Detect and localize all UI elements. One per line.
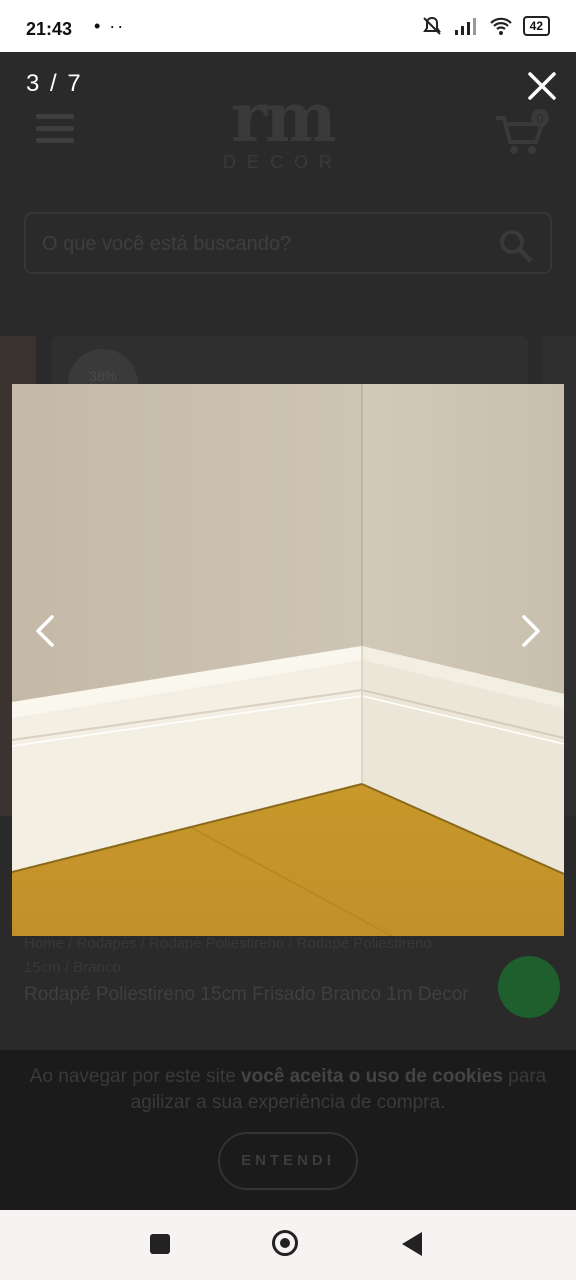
product-photo[interactable] — [12, 384, 564, 936]
system-nav-bar — [0, 1210, 576, 1280]
recents-button[interactable] — [150, 1234, 170, 1254]
cookie-accept-button: ENTENDI — [218, 1132, 358, 1190]
cart-icon: 0 — [492, 108, 552, 158]
cart-count: 0 — [536, 111, 543, 126]
status-bar: 21:43 • ·· 42 — [0, 0, 576, 52]
whatsapp-icon — [498, 956, 560, 1018]
close-icon[interactable] — [524, 68, 560, 104]
wifi-icon — [489, 17, 512, 35]
search-input: O que você está buscando? — [24, 212, 552, 274]
baseboard-corner-image — [12, 384, 564, 936]
site-logo: rm DECOR — [208, 78, 358, 173]
back-button[interactable] — [402, 1232, 422, 1256]
battery-icon: 42 — [522, 16, 550, 36]
chevron-right-icon[interactable] — [510, 601, 550, 661]
home-button[interactable] — [272, 1230, 298, 1256]
menu-icon — [36, 114, 74, 150]
signal-icon — [454, 18, 476, 35]
image-counter: 3 / 7 — [26, 70, 83, 97]
logo-main: rm — [231, 78, 337, 158]
notification-icons: • ·· — [94, 16, 126, 36]
search-placeholder: O que você está buscando? — [42, 233, 292, 255]
status-icons: 42 — [421, 15, 550, 37]
cookie-text: Ao navegar por este site você aceita o u… — [29, 1066, 547, 1113]
product-title: Rodapé Poliestireno 15cm Frisado Branco … — [24, 984, 469, 1005]
search-icon — [500, 230, 533, 263]
logo-sub: DECOR — [222, 152, 343, 172]
chevron-left-icon[interactable] — [26, 601, 66, 661]
status-time: 21:43 — [26, 19, 73, 39]
breadcrumb: Home / Rodapés / Rodapé Poliestireno / R… — [24, 935, 432, 976]
mute-bell-icon — [422, 16, 441, 35]
